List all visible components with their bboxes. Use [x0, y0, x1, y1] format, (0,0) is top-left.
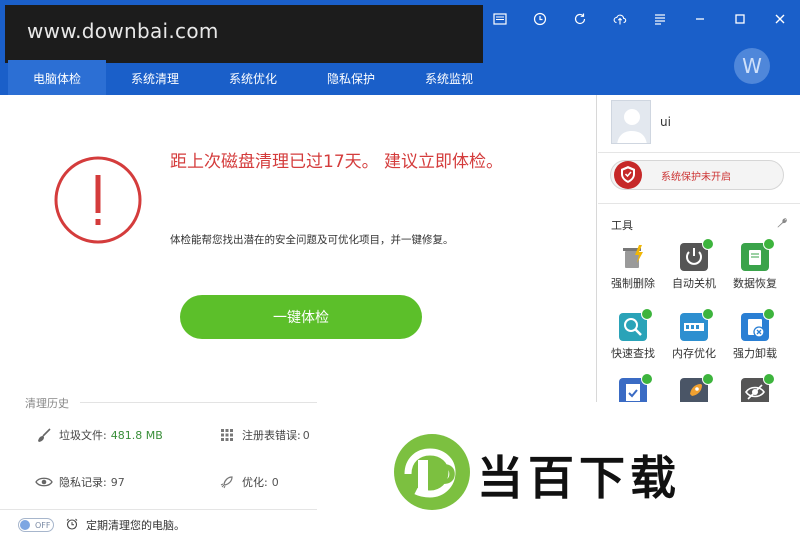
account-avatar[interactable]: W: [734, 48, 770, 84]
optimize-value: 0: [271, 475, 279, 489]
status-headline: 距上次磁盘清理已过17天。 建议立即体检。: [170, 152, 504, 172]
logo-text: 当百下载: [477, 451, 681, 505]
title-bar: www.downbai.com 电脑体检 系统清理 系统优化 隐私保护 系统监视…: [0, 0, 800, 95]
schedule-clean-link[interactable]: 定期清理您的电脑。: [66, 517, 185, 533]
junk-files-label: 垃圾文件:: [59, 429, 107, 442]
broom-icon: [35, 427, 53, 443]
site-logo-overlay: D 当百下载: [317, 402, 800, 540]
schedule-text: 定期清理您的电脑。: [86, 519, 185, 532]
privacy-records-value: 97: [110, 475, 125, 489]
clock-icon[interactable]: [520, 0, 560, 38]
status-description: 体检能帮您找出潜在的安全问题及可优化项目，并一键修复。: [170, 234, 454, 246]
optimize-label: 优化:: [242, 476, 268, 489]
cloud-sync-icon[interactable]: [600, 0, 640, 38]
tools-title: 工具: [611, 219, 633, 232]
toggle-knob: [20, 520, 30, 530]
watermark-banner: www.downbai.com: [5, 5, 483, 63]
tab-pc-checkup[interactable]: 电脑体检: [8, 60, 106, 95]
maximize-icon[interactable]: [720, 0, 760, 38]
username[interactable]: ui: [660, 115, 671, 129]
shield-warning-icon: [614, 161, 642, 189]
eye-icon: [35, 474, 53, 490]
system-protection-button[interactable]: 系统保护未开启: [610, 160, 784, 190]
tab-system-monitor[interactable]: 系统监视: [400, 60, 498, 95]
menu-icon[interactable]: [480, 0, 520, 38]
history-divider: [80, 402, 320, 403]
memory-icon: [680, 308, 714, 341]
window-buttons: [480, 0, 800, 38]
optimize-stat: 优化: 0: [218, 474, 279, 490]
warning-icon: [54, 156, 142, 244]
tool-memory-optimize[interactable]: 内存优化: [664, 308, 724, 361]
main-nav: 电脑体检 系统清理 系统优化 隐私保护 系统监视: [8, 60, 498, 95]
history-title: 清理历史: [25, 397, 69, 410]
tab-system-clean[interactable]: 系统清理: [106, 60, 204, 95]
minimize-icon[interactable]: [680, 0, 720, 38]
one-click-checkup-button[interactable]: 一键体检: [180, 295, 422, 339]
tool-force-delete[interactable]: 强制删除: [603, 243, 663, 291]
tool-label: 快速查找: [611, 347, 655, 360]
data-recovery-icon: [741, 238, 775, 271]
refresh-icon[interactable]: [560, 0, 600, 38]
uninstall-icon: [741, 308, 775, 341]
svg-text:D: D: [433, 458, 456, 491]
tool-label: 自动关机: [672, 277, 716, 290]
search-icon: [619, 308, 653, 341]
schedule-toggle[interactable]: OFF: [18, 518, 54, 532]
junk-files-value: 481.8 MB: [110, 428, 163, 442]
tool-auto-shutdown[interactable]: 自动关机: [664, 238, 724, 291]
update-badge: [641, 373, 653, 385]
close-icon[interactable]: [760, 0, 800, 38]
tool-data-recovery[interactable]: 数据恢复: [725, 238, 785, 291]
update-badge: [763, 373, 775, 385]
update-badge: [702, 308, 714, 320]
alarm-clock-icon: [66, 518, 78, 533]
update-badge: [702, 238, 714, 250]
tab-privacy-protect[interactable]: 隐私保护: [302, 60, 400, 95]
update-badge: [763, 308, 775, 320]
tool-label: 强力卸载: [733, 347, 777, 360]
grid-icon: [218, 427, 236, 443]
tool-label: 强制删除: [611, 277, 655, 290]
privacy-records-label: 隐私记录:: [59, 476, 107, 489]
logo-d-icon: D: [394, 434, 470, 510]
protection-status-text: 系统保护未开启: [661, 171, 731, 183]
tool-force-uninstall[interactable]: 强力卸载: [725, 308, 785, 361]
rocket-small-icon: [218, 474, 236, 490]
list-icon[interactable]: [640, 0, 680, 38]
power-icon: [680, 238, 714, 271]
tab-system-optimize[interactable]: 系统优化: [204, 60, 302, 95]
update-badge: [641, 308, 653, 320]
trash-icon: [619, 243, 647, 271]
tool-label: 数据恢复: [733, 277, 777, 290]
divider: [598, 203, 800, 204]
registry-errors-value: 0: [302, 428, 310, 442]
user-avatar[interactable]: [611, 100, 651, 144]
tool-label: 内存优化: [672, 347, 716, 360]
registry-errors-stat: 注册表错误: 0: [218, 427, 310, 443]
junk-files-stat: 垃圾文件: 481.8 MB: [35, 427, 163, 443]
tool-quick-search[interactable]: 快速查找: [603, 308, 663, 361]
toggle-state: OFF: [35, 520, 51, 530]
privacy-records-stat: 隐私记录: 97: [35, 474, 125, 490]
divider: [598, 152, 800, 153]
wrench-icon[interactable]: [776, 217, 788, 229]
update-badge: [702, 373, 714, 385]
update-badge: [763, 238, 775, 250]
registry-errors-label: 注册表错误:: [242, 429, 301, 442]
